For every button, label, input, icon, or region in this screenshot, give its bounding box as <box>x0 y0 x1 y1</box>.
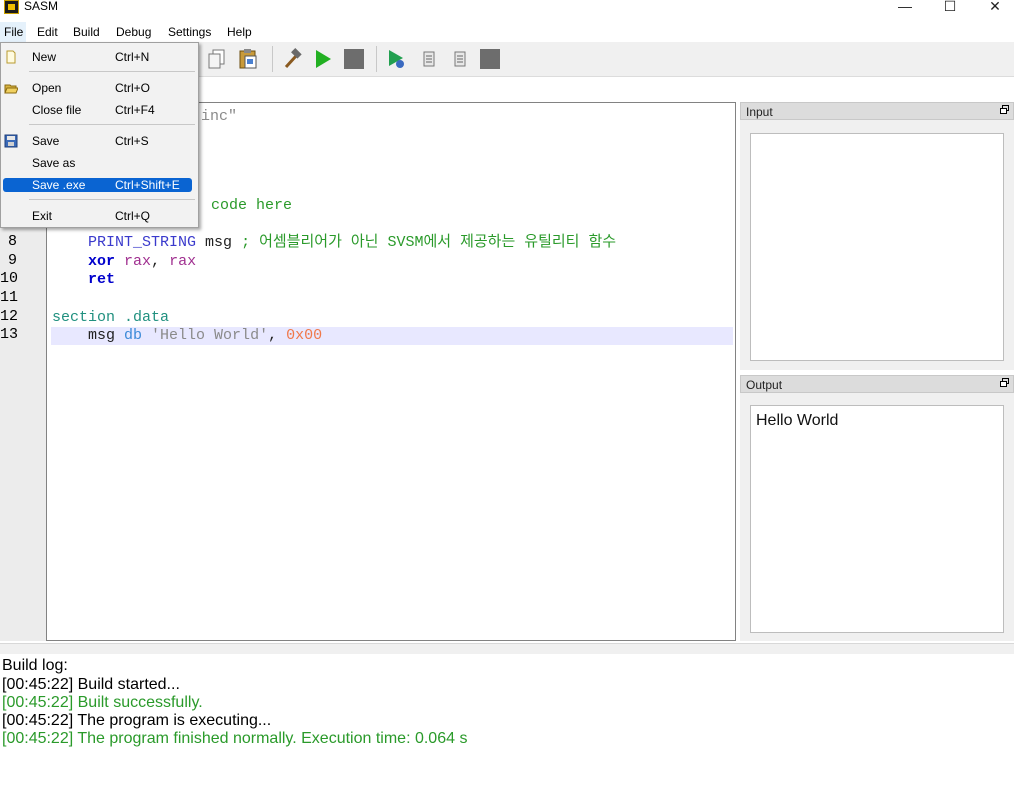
build-log-title: Build log: <box>2 657 68 674</box>
build-log: Build log: [00:45:22] Build started... [… <box>0 656 1014 793</box>
output-value: Hello World <box>756 412 839 429</box>
menu-item-shortcut: Ctrl+Q <box>115 209 151 223</box>
menu-item-save-as[interactable]: Save as <box>3 156 192 170</box>
menu-item-shortcut: Ctrl+F4 <box>115 103 155 117</box>
menu-separator <box>29 124 195 125</box>
menu-item-save-exe[interactable]: Save .exe Ctrl+Shift+E <box>3 178 192 192</box>
output-panel: Output Hello World <box>740 375 1014 641</box>
float-panel-icon[interactable] <box>1000 378 1009 387</box>
menu-item-label: Open <box>32 81 62 95</box>
title-bar: SASM — ☐ ✕ <box>0 0 1014 20</box>
menu-item-label: Close file <box>32 103 82 117</box>
code-token: rax <box>169 253 197 270</box>
code-fragment-include: inc" <box>201 108 238 125</box>
window-title: SASM <box>24 0 59 13</box>
copy-icon[interactable] <box>206 48 228 70</box>
menu-item-label: New <box>32 50 57 64</box>
menu-build[interactable]: Build <box>73 25 100 39</box>
line-number: 11 <box>0 289 19 306</box>
menu-separator <box>29 199 195 200</box>
menu-item-open[interactable]: Open Ctrl+O <box>3 81 192 95</box>
code-token: ; 어셈블리어가 아닌 SVSM에서 제공하는 유틸리티 함수 <box>241 234 617 251</box>
menu-item-label: Save as <box>32 156 76 170</box>
menu-item-label: Save <box>32 134 60 148</box>
code-token: .data <box>124 309 170 326</box>
line-number: 10 <box>0 270 19 287</box>
toolbar-separator <box>376 46 377 72</box>
code-token: 'Hello World' <box>151 327 269 344</box>
menu-edit[interactable]: Edit <box>37 25 58 39</box>
build-log-entry: [00:45:22] Build started... <box>2 676 180 693</box>
menu-item-save[interactable]: Save Ctrl+S <box>3 134 192 148</box>
step-into-icon[interactable] <box>418 48 440 70</box>
paste-icon[interactable] <box>237 48 259 70</box>
input-textbox[interactable] <box>750 133 1004 361</box>
close-window-button[interactable]: ✕ <box>972 0 1014 14</box>
output-textbox[interactable]: Hello World <box>750 405 1004 633</box>
menu-item-new[interactable]: New Ctrl+N <box>3 50 192 64</box>
line-number: 12 <box>0 308 19 325</box>
menu-debug[interactable]: Debug <box>116 25 151 39</box>
menu-separator <box>29 71 195 72</box>
step-over-icon[interactable] <box>449 48 471 70</box>
menu-bar: File Edit Build Debug Settings Help <box>0 22 1014 42</box>
line-number: 13 <box>0 326 19 343</box>
output-panel-title: Output <box>746 378 783 392</box>
code-token: section <box>52 309 116 326</box>
file-menu-dropdown: New Ctrl+N Open Ctrl+O Close file Ctrl+F… <box>0 42 199 228</box>
output-panel-header: Output <box>740 375 1014 393</box>
code-line-12: section .data <box>52 309 169 327</box>
code-line-9-text: xor rax, rax <box>88 253 197 270</box>
input-panel-header: Input <box>740 102 1014 120</box>
input-panel: Input <box>740 102 1014 370</box>
line-number: 9 <box>7 252 17 269</box>
menu-settings[interactable]: Settings <box>168 25 211 39</box>
menu-help[interactable]: Help <box>227 25 252 39</box>
code-token: PRINT_STRING <box>88 234 197 251</box>
code-token: 0x00 <box>286 327 323 344</box>
menu-item-shortcut: Ctrl+Shift+E <box>115 178 180 192</box>
menu-file-label: File <box>4 25 24 39</box>
code-line-12-text: section .data <box>52 309 169 326</box>
menu-item-label: Exit <box>32 209 53 223</box>
save-disk-icon <box>4 134 18 148</box>
menu-item-exit[interactable]: Exit Ctrl+Q <box>3 209 192 223</box>
menu-item-label: Save .exe <box>32 178 86 192</box>
menu-item-shortcut: Ctrl+O <box>115 81 151 95</box>
build-log-entry: [00:45:22] The program finished normally… <box>2 730 468 747</box>
input-panel-title: Input <box>746 105 773 119</box>
build-log-entry: [00:45:22] Built successfully. <box>2 694 203 711</box>
menu-item-shortcut: Ctrl+S <box>115 134 149 148</box>
line-number: 8 <box>7 233 17 250</box>
minimize-button[interactable]: — <box>882 0 928 14</box>
new-file-icon <box>6 50 16 64</box>
menu-file[interactable]: File <box>0 22 26 42</box>
code-token: rax <box>124 253 152 270</box>
code-fragment-comment: code here <box>211 197 293 214</box>
menu-item-shortcut: Ctrl+N <box>115 50 150 64</box>
code-line-9: xor rax, rax <box>52 253 196 271</box>
code-token: db <box>124 327 143 344</box>
toolbar-separator <box>272 46 273 72</box>
code-line-8: PRINT_STRING msg ; 어셈블리어가 아닌 SVSM에서 제공하는… <box>52 234 616 252</box>
build-hammer-icon[interactable] <box>281 48 303 70</box>
code-line-10: ret <box>52 271 115 289</box>
code-token: xor <box>88 253 116 270</box>
run-icon[interactable] <box>312 48 334 70</box>
maximize-button[interactable]: ☐ <box>927 0 973 14</box>
code-line-13-text: msg db 'Hello World', 0x00 <box>52 327 323 344</box>
build-log-entry: [00:45:22] The program is executing... <box>2 712 272 729</box>
code-line-13: msg db 'Hello World', 0x00 <box>52 327 322 345</box>
sasm-app-icon <box>4 0 19 14</box>
open-folder-icon <box>4 84 18 94</box>
stop-debug-icon[interactable] <box>479 48 501 70</box>
code-line-8-text: PRINT_STRING msg ; 어셈블리어가 아닌 SVSM에서 제공하는… <box>88 234 617 251</box>
code-line-10-text: ret <box>52 271 115 288</box>
splitter-handle[interactable] <box>0 643 1014 654</box>
code-token: ret <box>88 271 116 288</box>
stop-icon[interactable] <box>343 48 365 70</box>
float-panel-icon[interactable] <box>1000 105 1009 114</box>
menu-item-close-file[interactable]: Close file Ctrl+F4 <box>3 103 192 117</box>
debug-icon[interactable] <box>386 48 408 70</box>
